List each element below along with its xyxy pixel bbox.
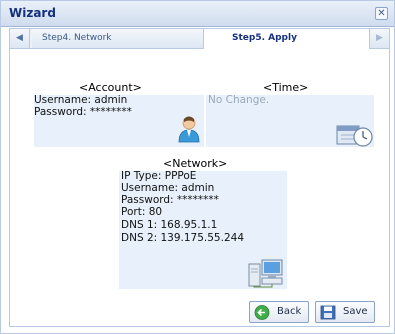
tab-step4-network[interactable]: Step4. Network [32, 29, 204, 48]
tab-scroll-right-button[interactable]: ▶ [369, 29, 389, 48]
arrow-left-icon: ◀ [16, 33, 23, 43]
close-icon: ✕ [377, 8, 386, 19]
back-button[interactable]: Back [249, 301, 309, 323]
tab-step5-apply[interactable]: Step5. Apply [204, 29, 370, 49]
back-arrow-icon [254, 305, 270, 320]
calendar-clock-icon [336, 125, 373, 147]
floppy-disk-icon [320, 305, 336, 320]
arrow-right-icon: ▶ [376, 33, 383, 43]
window-title: Wizard [9, 6, 56, 20]
time-heading: <Time> [263, 81, 309, 94]
network-port: Port: 80 [121, 206, 163, 218]
network-dns2: DNS 2: 139.175.55.244 [121, 232, 244, 244]
save-button-label: Save [343, 306, 368, 317]
back-button-label: Back [277, 306, 302, 317]
wizard-window: Wizard ✕ ◀ Step4. Network Step5. Apply ▶… [0, 0, 395, 334]
network-computers-icon [248, 259, 283, 288]
title-bar: Wizard ✕ [1, 1, 394, 27]
network-heading: <Network> [163, 157, 228, 170]
network-ip-type: IP Type: PPPoE [121, 170, 197, 182]
network-password: Password: ******** [121, 194, 219, 206]
tab-bar: ◀ Step4. Network Step5. Apply ▶ [9, 28, 390, 49]
save-button[interactable]: Save [315, 301, 375, 323]
user-icon [178, 116, 200, 143]
time-status: No Change. [208, 94, 270, 106]
account-heading: <Account> [79, 81, 142, 94]
account-password: Password: ******** [34, 106, 132, 118]
close-button[interactable]: ✕ [375, 7, 388, 20]
network-dns1: DNS 1: 168.95.1.1 [121, 219, 218, 231]
network-username: Username: admin [121, 182, 215, 194]
account-username: Username: admin [34, 94, 128, 106]
tab-scroll-left-button[interactable]: ◀ [10, 29, 30, 48]
